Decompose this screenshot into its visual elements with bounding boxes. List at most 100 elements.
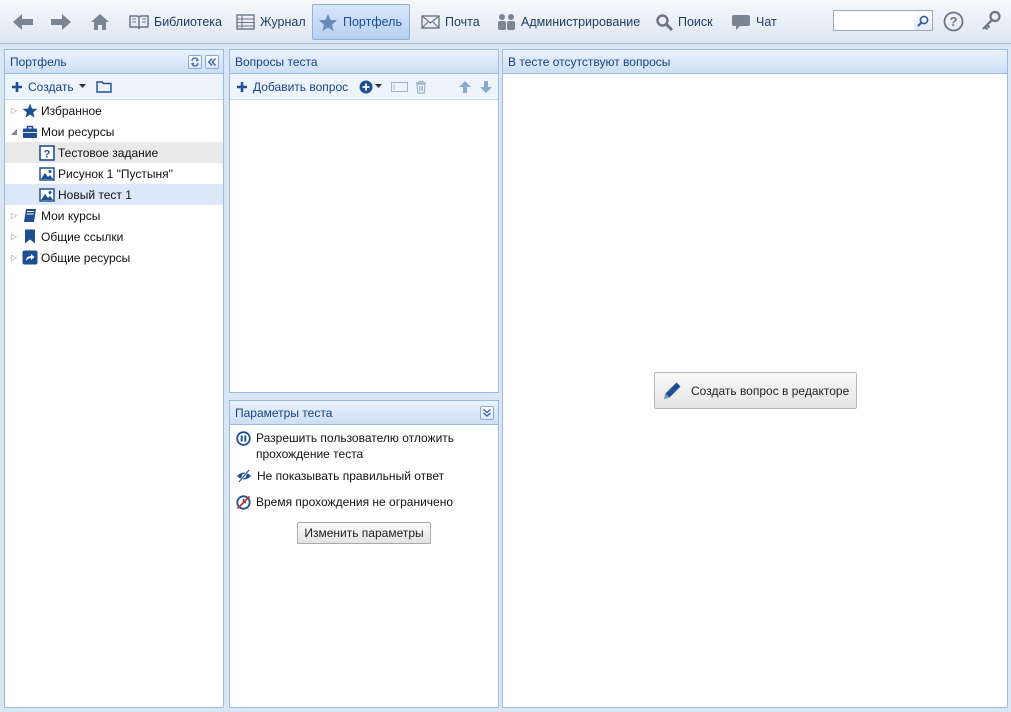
bookmark-icon	[25, 229, 35, 244]
refresh-icon	[191, 57, 199, 67]
double-chevron-down-icon	[483, 408, 491, 417]
portfolio-label: Портфель	[343, 15, 402, 29]
arrow-right-icon	[51, 14, 71, 30]
chat-label: Чат	[756, 15, 777, 29]
param-no-time-limit: Время прохождения не ограничено	[230, 494, 498, 520]
mail-label: Почта	[445, 15, 480, 29]
admin-label: Администрирование	[521, 15, 641, 29]
tree-item-label: Избранное	[41, 103, 102, 118]
search-go-button[interactable]	[914, 10, 933, 31]
double-chevron-left-icon	[207, 58, 217, 66]
image-icon	[39, 166, 55, 181]
svg-text:?: ?	[44, 148, 51, 160]
plus-icon	[12, 81, 22, 92]
help-icon[interactable]: ?	[943, 11, 964, 32]
star-icon	[319, 13, 337, 31]
chat-button[interactable]: Чат	[726, 4, 782, 40]
trash-icon[interactable]	[415, 80, 427, 94]
collapse-arrow-icon[interactable]: ◢	[9, 127, 19, 136]
search-input[interactable]	[833, 10, 915, 31]
add-question-button[interactable]: Добавить вопрос	[236, 80, 348, 94]
change-params-button[interactable]: Изменить параметры	[297, 522, 431, 544]
portfolio-toolbar: Создать	[5, 74, 223, 100]
expand-arrow-icon[interactable]: ▷	[9, 211, 19, 220]
plus-circle-icon	[359, 80, 373, 93]
share-icon	[22, 250, 38, 265]
tree-item-label: Тестовое задание	[58, 145, 159, 160]
book-icon	[129, 15, 149, 30]
portfolio-panel-title: Портфель	[10, 55, 67, 69]
portfolio-panel: Портфель Создать ▷ Избранное ◢ Мои ресур…	[4, 49, 224, 708]
mail-button[interactable]: Почта	[416, 4, 485, 40]
tree-item-my-resources[interactable]: ◢ Мои ресурсы	[5, 121, 223, 142]
back-button[interactable]	[6, 4, 40, 40]
home-icon	[91, 14, 109, 30]
tree-item-label: Общие ссылки	[41, 229, 124, 244]
magnifier-icon	[656, 13, 673, 31]
collapse-left-button[interactable]	[205, 55, 219, 69]
svg-text:?: ?	[950, 14, 958, 29]
magnifier-icon	[917, 15, 929, 27]
main-toolbar: Библиотека Журнал Портфель Почта Админис…	[0, 0, 1011, 44]
eye-slash-icon	[237, 469, 251, 483]
add-question-label: Добавить вопрос	[253, 79, 349, 94]
arrow-left-icon	[13, 14, 33, 30]
tree-item-my-courses[interactable]: ▷ Мои курсы	[5, 205, 223, 226]
tree-item-label: Мои ресурсы	[41, 124, 115, 139]
question-editor-title: В тесте отсутствуют вопросы	[508, 55, 671, 69]
library-button[interactable]: Библиотека	[124, 4, 227, 40]
portfolio-button[interactable]: Портфель	[312, 4, 410, 40]
param-hide-answer: Не показывать правильный ответ	[230, 468, 498, 494]
tree-item-label: Новый тест 1	[58, 187, 132, 202]
create-question-button[interactable]: Создать вопрос в редакторе	[654, 372, 857, 409]
portfolio-panel-header: Портфель	[5, 50, 223, 74]
journal-button[interactable]: Журнал	[231, 4, 311, 40]
expand-arrow-icon[interactable]: ▷	[9, 232, 19, 241]
pause-icon	[236, 431, 251, 446]
book-icon	[24, 209, 36, 222]
collapse-params-button[interactable]	[480, 406, 494, 420]
tree-item-test-task[interactable]: ? Тестовое задание	[5, 142, 223, 163]
param-text: Время прохождения не ограничено	[256, 495, 454, 509]
key-icon[interactable]	[981, 10, 1002, 31]
tree-item-label: Общие ресурсы	[41, 250, 131, 265]
table-icon	[236, 14, 255, 30]
forward-button[interactable]	[44, 4, 78, 40]
caret-down-icon	[375, 84, 383, 88]
admin-button[interactable]: Администрирование	[492, 4, 645, 40]
question-doc-icon: ?	[39, 144, 55, 161]
tree-item-label: Мои курсы	[41, 208, 101, 223]
create-question-label: Создать вопрос в редакторе	[691, 383, 850, 398]
rename-field-icon[interactable]	[391, 81, 409, 92]
tree-item-label: Рисунок 1 "Пустыня"	[58, 166, 173, 181]
param-allow-postpone: Разрешить пользователю отложить прохожде…	[230, 430, 498, 468]
portfolio-tree: ▷ Избранное ◢ Мои ресурсы ? Тестовое зад…	[5, 100, 223, 268]
arrow-up-icon[interactable]	[458, 80, 472, 94]
arrow-down-icon[interactable]	[479, 80, 493, 94]
star-icon	[22, 103, 38, 118]
tree-item-picture[interactable]: Рисунок 1 "Пустыня"	[5, 163, 223, 184]
folder-icon[interactable]	[95, 80, 112, 93]
pencil-icon	[664, 382, 681, 399]
param-text: Не показывать правильный ответ	[257, 469, 445, 483]
tree-item-new-test[interactable]: Новый тест 1	[5, 184, 223, 205]
param-text: Разрешить пользователю отложить прохожде…	[256, 431, 455, 461]
add-menu-button[interactable]	[359, 80, 383, 94]
tree-item-shared-links[interactable]: ▷ Общие ссылки	[5, 226, 223, 247]
tree-item-shared-resources[interactable]: ▷ Общие ресурсы	[5, 247, 223, 268]
questions-panel: Вопросы теста Добавить вопрос	[229, 49, 499, 393]
questions-panel-header: Вопросы теста	[230, 50, 498, 74]
refresh-button[interactable]	[188, 55, 202, 69]
expand-arrow-icon[interactable]: ▷	[9, 253, 19, 262]
expand-arrow-icon[interactable]: ▷	[9, 106, 19, 115]
search-nav-label: Поиск	[678, 15, 713, 29]
search-nav-button[interactable]: Поиск	[651, 4, 718, 40]
tree-item-favorites[interactable]: ▷ Избранное	[5, 100, 223, 121]
create-button[interactable]: Создать	[11, 80, 86, 94]
create-label: Создать	[28, 79, 74, 94]
no-clock-icon	[236, 495, 251, 510]
home-button[interactable]	[84, 4, 116, 40]
plus-icon	[237, 81, 247, 92]
speech-bubble-icon	[732, 14, 750, 30]
question-editor-header: В тесте отсутствуют вопросы	[503, 50, 1007, 74]
